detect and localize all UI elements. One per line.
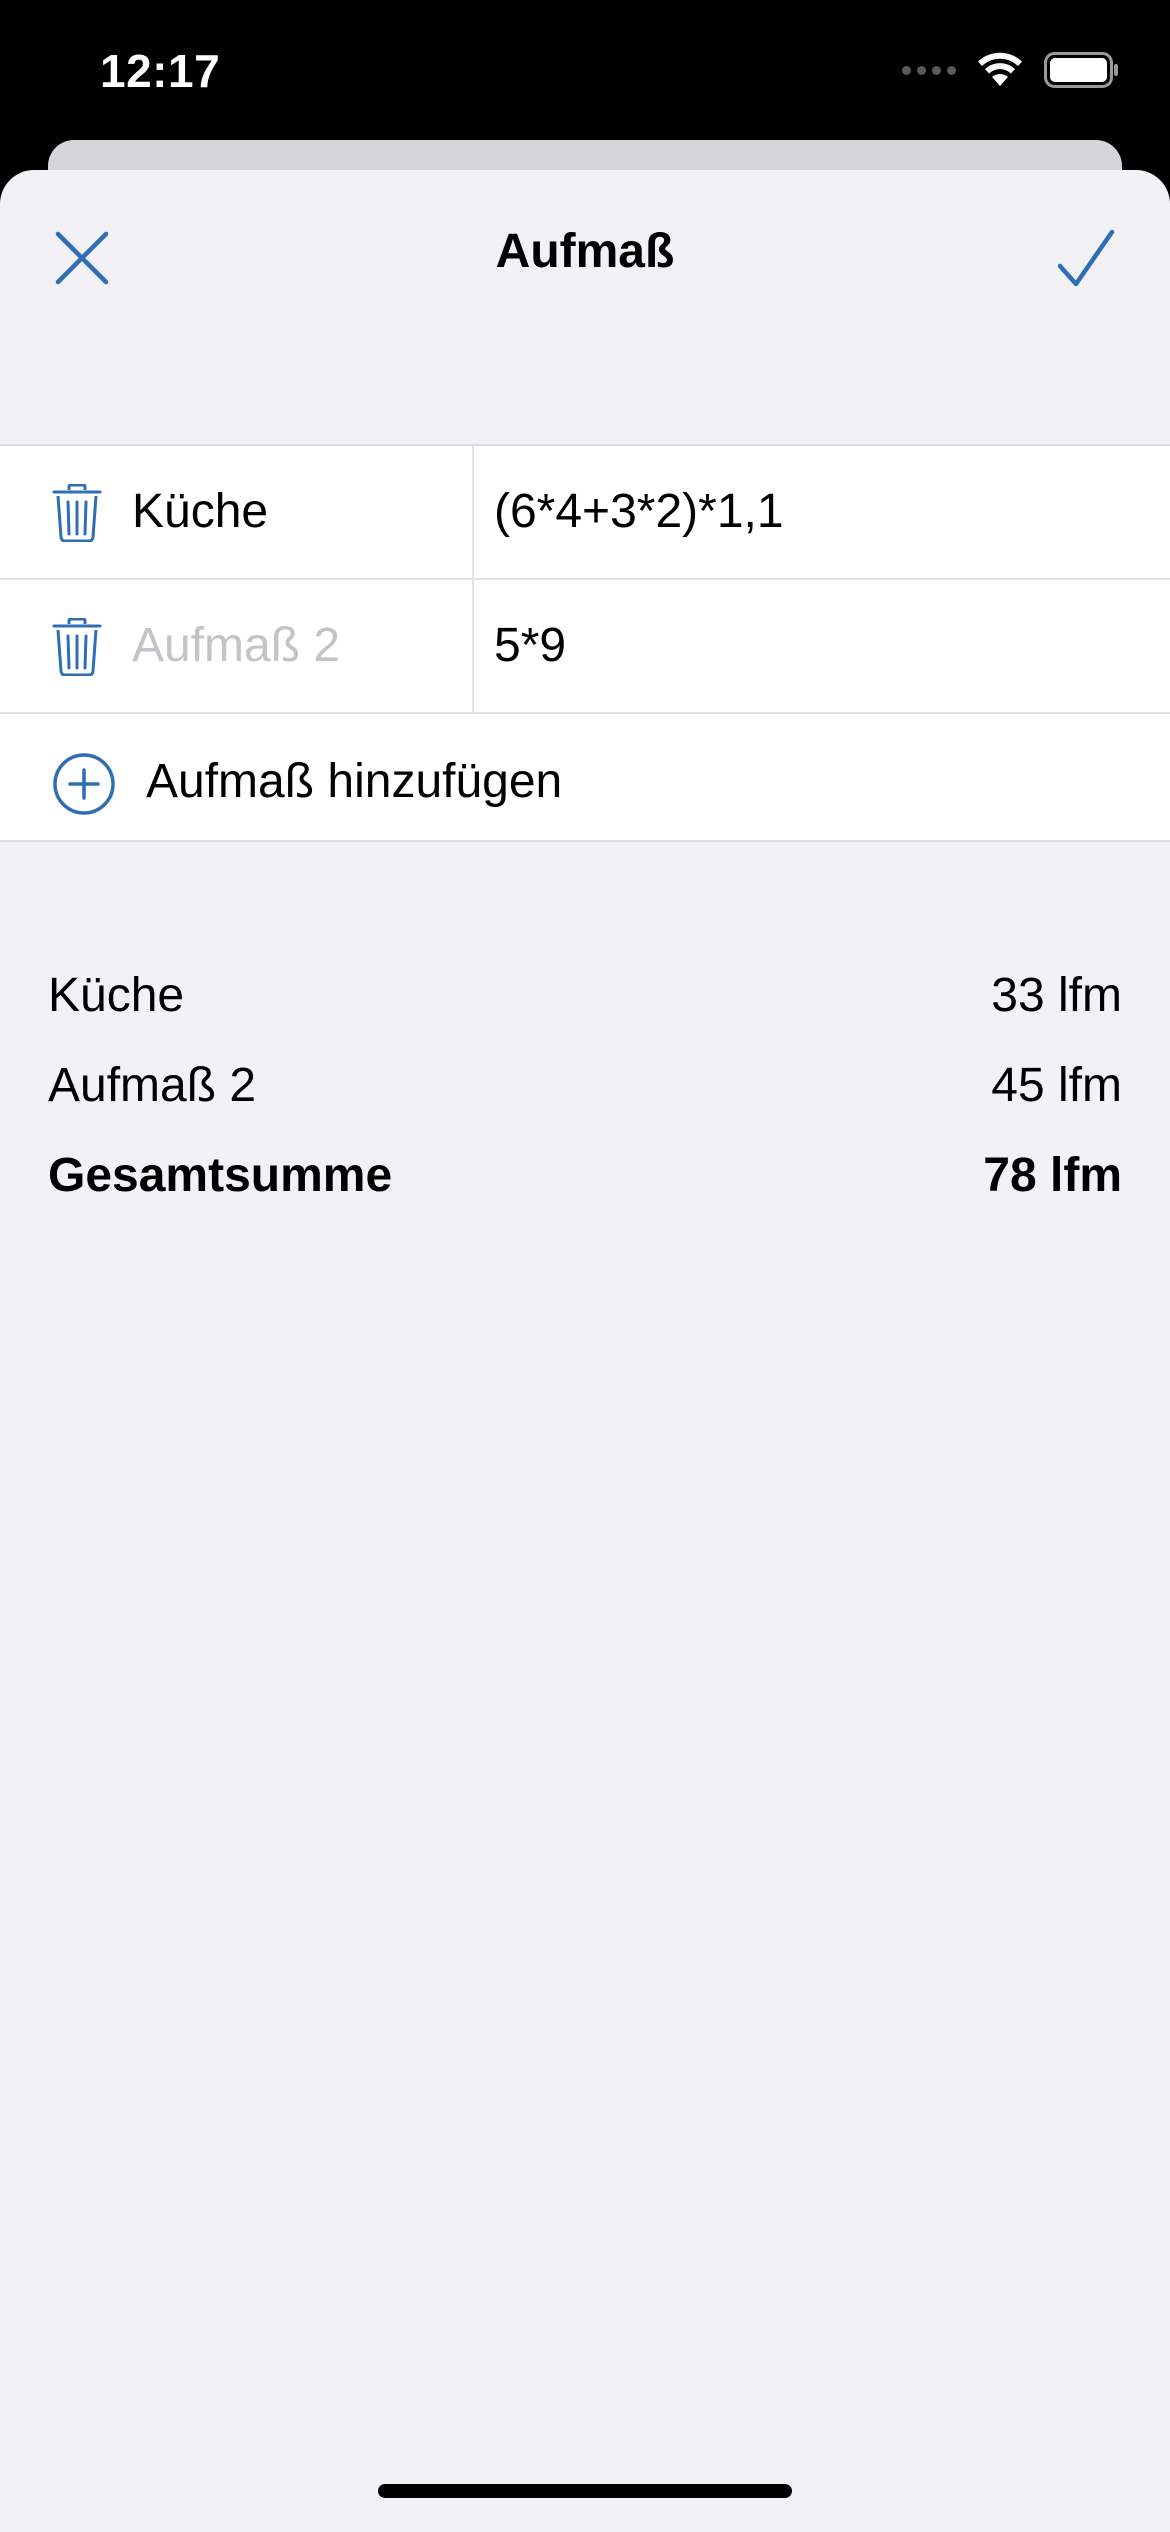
navigation-bar: Aufmaß	[0, 170, 1170, 340]
summary-label: Küche	[48, 968, 185, 1022]
status-bar: 12:17	[0, 0, 1170, 140]
summary-value: 33 lfm	[991, 968, 1122, 1022]
summary-row: Aufmaß 2 45 lfm	[48, 1040, 1122, 1130]
add-measurement-button[interactable]: Aufmaß hinzufügen	[0, 714, 1170, 840]
trash-icon[interactable]	[52, 618, 102, 676]
measurement-name-field[interactable]: Küche	[132, 484, 268, 539]
measurement-row: Aufmaß 2 5*9	[0, 580, 1170, 714]
measurement-name-field[interactable]: Aufmaß 2	[132, 618, 340, 673]
battery-icon	[1044, 52, 1118, 88]
summary-row: Küche 33 lfm	[48, 950, 1122, 1040]
status-icons	[902, 52, 1120, 88]
summary: Küche 33 lfm Aufmaß 2 45 lfm Gesamtsumme…	[48, 950, 1122, 1220]
summary-value: 45 lfm	[991, 1058, 1122, 1112]
column-divider	[472, 580, 474, 712]
summary-total-row: Gesamtsumme 78 lfm	[48, 1130, 1122, 1220]
checkmark-icon	[1057, 229, 1115, 287]
measurement-formula-field[interactable]: (6*4+3*2)*1,1	[494, 484, 784, 539]
plus-circle-icon	[53, 753, 115, 815]
measurement-row: Küche (6*4+3*2)*1,1	[0, 446, 1170, 580]
trash-icon[interactable]	[52, 484, 102, 542]
measurement-formula-field[interactable]: 5*9	[494, 618, 566, 673]
total-label: Gesamtsumme	[48, 1148, 393, 1202]
wifi-icon	[978, 52, 1022, 86]
summary-label: Aufmaß 2	[48, 1058, 257, 1112]
total-value: 78 lfm	[983, 1148, 1122, 1202]
column-divider	[472, 446, 474, 578]
page-title: Aufmaß	[495, 225, 675, 278]
modal-sheet: Aufmaß Küche (6*4+3*2)*1,1 Aufmaß 2 5*9 …	[0, 170, 1170, 2532]
confirm-button[interactable]	[1046, 218, 1126, 298]
status-time: 12:17	[100, 45, 221, 97]
home-indicator[interactable]	[378, 2484, 792, 2498]
cellular-dots-icon	[902, 65, 956, 75]
measurement-list: Küche (6*4+3*2)*1,1 Aufmaß 2 5*9 Aufmaß …	[0, 444, 1170, 842]
add-measurement-label: Aufmaß hinzufügen	[146, 755, 563, 808]
